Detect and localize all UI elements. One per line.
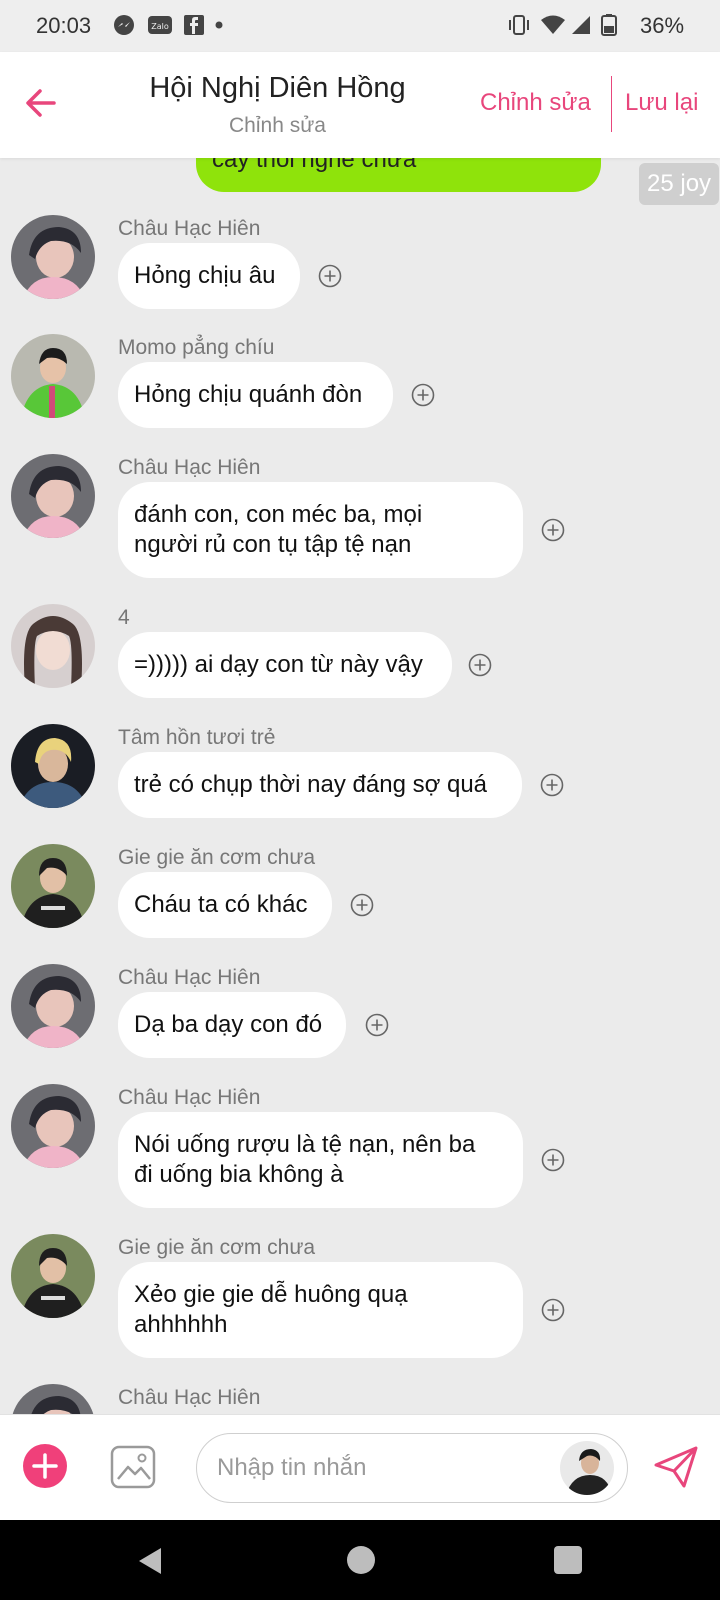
sender-name: Châu Hạc Hiên [118, 966, 261, 989]
sender-name: Gie gie ăn cơm chưa [118, 846, 316, 869]
wifi-icon [541, 15, 565, 34]
message-bubble[interactable]: đánh con, con méc ba, mọi người rủ con t… [118, 482, 523, 578]
message-text-line: đi uống bia không à [134, 1161, 344, 1188]
avatar[interactable] [11, 604, 95, 688]
message-text-line: Nói uống rượu là tệ nạn, nên ba [134, 1131, 476, 1158]
sender-name: Châu Hạc Hiên [118, 217, 261, 240]
chat-subtitle: Chỉnh sửa [229, 114, 326, 137]
add-reaction-icon[interactable] [541, 1298, 565, 1322]
back-arrow-icon[interactable] [24, 86, 58, 120]
message-text-line: đánh con, con méc ba, mọi [134, 501, 423, 528]
avatar[interactable] [11, 1384, 95, 1414]
message-text-line: Xẻo gie gie dễ huông quạ [134, 1281, 408, 1308]
add-reaction-icon[interactable] [468, 653, 492, 677]
status-bar: 20:03 Zalo 36% [0, 0, 720, 52]
message-bubble[interactable]: Xẻo gie gie dễ huông quạ ahhhhhh [118, 1262, 523, 1358]
avatar[interactable] [11, 724, 95, 808]
send-icon[interactable] [652, 1445, 700, 1489]
add-reaction-icon[interactable] [350, 893, 374, 917]
message-input-wrapper [196, 1433, 628, 1503]
header-divider [611, 76, 612, 132]
battery-icon [601, 14, 617, 36]
sender-name: 4 [118, 606, 130, 629]
message-text-line: người rủ con tụ tập tệ nạn [134, 531, 412, 558]
sender-name: Momo pẳng chíu [118, 336, 275, 359]
status-time: 20:03 [36, 13, 92, 38]
message-input[interactable] [215, 1434, 549, 1502]
message-bubble[interactable]: Cháu ta có khác [118, 872, 332, 938]
sender-name: Châu Hạc Hiên [118, 1386, 261, 1409]
message-bubble[interactable]: Nói uống rượu là tệ nạn, nên ba đi uống … [118, 1112, 523, 1208]
edit-button[interactable]: Chỉnh sửa [480, 89, 591, 117]
add-reaction-icon[interactable] [318, 264, 342, 288]
message-text-line: ahhhhhh [134, 1311, 228, 1338]
message-bubble[interactable]: Dạ ba dạy con đó [118, 992, 346, 1058]
add-reaction-icon[interactable] [540, 773, 564, 797]
joy-badge: 25 joy [639, 163, 720, 205]
avatar[interactable] [11, 334, 95, 418]
add-attachment-button[interactable] [22, 1443, 68, 1489]
own-message-bubble[interactable]: cay thôi nghe chưa [196, 158, 601, 192]
chat-header: Hội Nghị Diên Hồng Chỉnh sửa Chỉnh sửa L… [0, 52, 720, 158]
add-reaction-icon[interactable] [541, 518, 565, 542]
message-bubble[interactable]: trẻ có chụp thời nay đáng sợ quá [118, 752, 522, 818]
message-bubble[interactable]: Hỏng chịu âu [118, 243, 300, 309]
save-button[interactable]: Lưu lại [625, 89, 698, 117]
add-reaction-icon[interactable] [411, 383, 435, 407]
avatar[interactable] [11, 844, 95, 928]
sticker-avatar[interactable] [560, 1441, 614, 1495]
avatar[interactable] [11, 1084, 95, 1168]
image-picker-icon[interactable] [110, 1445, 156, 1489]
vibrate-icon [509, 15, 529, 35]
avatar[interactable] [11, 1234, 95, 1318]
add-reaction-icon[interactable] [541, 1148, 565, 1172]
zalo-icon: Zalo [148, 16, 172, 34]
chat-title: Hội Nghị Diên Hồng [149, 72, 406, 104]
battery-percent: 36% [640, 13, 685, 38]
add-reaction-icon[interactable] [365, 1013, 389, 1037]
nav-home-icon[interactable] [347, 1546, 375, 1574]
svg-text:Zalo: Zalo [151, 22, 169, 31]
messenger-icon [114, 15, 134, 35]
message-input-bar [0, 1414, 720, 1521]
avatar[interactable] [11, 454, 95, 538]
sender-name: Châu Hạc Hiên [118, 456, 261, 479]
sender-name: Gie gie ăn cơm chưa [118, 1236, 316, 1259]
sender-name: Châu Hạc Hiên [118, 1086, 261, 1109]
dot-icon [215, 21, 223, 29]
nav-recents-icon[interactable] [554, 1546, 582, 1574]
sender-name: Tâm hồn tươi trẻ [118, 726, 276, 749]
signal-icon [572, 16, 590, 34]
message-bubble[interactable]: =))))) ai dạy con từ này vậy [118, 632, 452, 698]
system-nav-bar [0, 1520, 720, 1600]
message-bubble[interactable]: Hỏng chịu quánh đòn [118, 362, 393, 428]
nav-back-icon[interactable] [137, 1546, 163, 1576]
avatar[interactable] [11, 215, 95, 299]
chat-messages[interactable]: cay thôi nghe chưa 25 joy Châu Hạc Hiên … [0, 158, 720, 1414]
facebook-icon [184, 15, 204, 35]
avatar[interactable] [11, 964, 95, 1048]
